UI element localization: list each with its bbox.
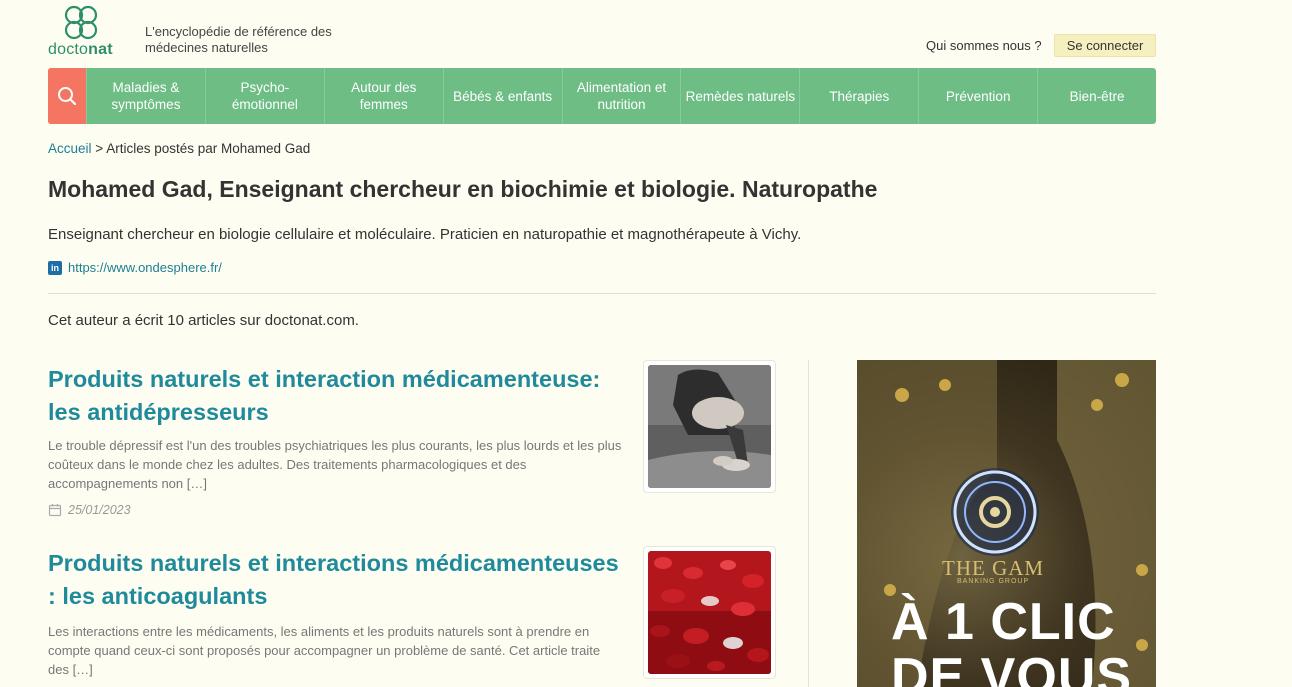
breadcrumb-separator: >: [95, 141, 104, 156]
nav-item-bien-etre[interactable]: Bien-être: [1037, 68, 1156, 124]
doctonat-logo[interactable]: doctonat: [48, 4, 118, 60]
about-us-link[interactable]: Qui sommes nous ?: [926, 38, 1042, 53]
article-thumbnail[interactable]: [643, 546, 776, 679]
article-title-link[interactable]: Produits naturels et interaction médicam…: [48, 363, 628, 429]
nav-search-button[interactable]: [48, 68, 86, 124]
search-icon: [58, 87, 77, 106]
nav-item-alimentation[interactable]: Alimentation et nutrition: [561, 68, 681, 124]
breadcrumb-current: Articles postés par Mohamed Gad: [106, 141, 311, 156]
nav-item-therapies[interactable]: Thérapies: [799, 68, 918, 124]
article-title-link[interactable]: Produits naturels et interactions médica…: [48, 547, 628, 613]
main-nav: Maladies & symptômes Psycho-émotionnel A…: [48, 68, 1156, 124]
advertisement-banner[interactable]: THE GAM BANKING GROUP À 1 CLIC DE VOUS: [857, 360, 1156, 687]
breadcrumb-home-link[interactable]: Accueil: [48, 141, 92, 156]
vault-dial-icon: [951, 468, 1039, 556]
ad-headline-line1: À 1 CLIC: [891, 593, 1116, 651]
nav-item-remedes[interactable]: Remèdes naturels: [680, 68, 799, 124]
logo-wordmark: doctonat: [48, 41, 113, 58]
page-title: Mohamed Gad, Enseignant chercheur en bio…: [48, 176, 878, 202]
divider: [48, 293, 1156, 294]
calendar-icon: [48, 504, 62, 517]
ad-headline-line2: DE VOUS: [891, 648, 1133, 687]
login-button[interactable]: Se connecter: [1054, 34, 1156, 57]
clover-icon: [64, 5, 98, 40]
nav-item-maladies[interactable]: Maladies & symptômes: [86, 68, 205, 124]
author-website-link[interactable]: https://www.ondesphere.fr/: [68, 260, 222, 275]
column-divider: [808, 360, 809, 687]
depressed-person-image: [648, 365, 771, 488]
linkedin-icon[interactable]: in: [48, 260, 62, 275]
nav-item-femmes[interactable]: Autour des femmes: [323, 68, 443, 124]
nav-item-bebes[interactable]: Bébés & enfants: [442, 68, 562, 124]
blood-cells-image: [648, 551, 771, 674]
author-social: in https://www.ondesphere.fr/: [48, 260, 222, 275]
article-excerpt: Le trouble dépressif est l'un des troubl…: [48, 438, 622, 491]
author-bio: Enseignant chercheur en biologie cellula…: [48, 226, 802, 243]
nav-item-prevention[interactable]: Prévention: [918, 68, 1037, 124]
article-thumbnail[interactable]: [643, 360, 776, 493]
site-tagline: L'encyclopédie de référence des médecine…: [145, 24, 332, 55]
article-excerpt: Les interactions entre les médicaments, …: [48, 624, 601, 677]
ad-brand-subtitle: BANKING GROUP: [957, 578, 1030, 585]
article-date: 25/01/2023: [48, 503, 131, 517]
article-card: Produits naturels et interactions médica…: [48, 546, 778, 687]
breadcrumb: Accueil > Articles postés par Mohamed Ga…: [48, 141, 310, 156]
article-card: Produits naturels et interaction médicam…: [48, 360, 778, 530]
nav-item-psycho[interactable]: Psycho-émotionnel: [204, 68, 324, 124]
article-count: Cet auteur a écrit 10 articles sur docto…: [48, 312, 359, 329]
